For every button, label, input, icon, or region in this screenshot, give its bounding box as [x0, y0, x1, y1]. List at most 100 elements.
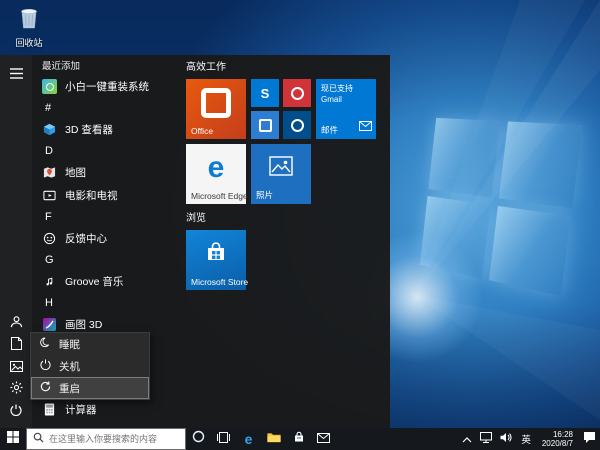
tile-label: 照片: [256, 189, 273, 201]
power-option-label: 重启: [59, 381, 80, 396]
app-item-xiaobai[interactable]: 小白一键重装系统: [42, 75, 170, 98]
tray-show-hidden-button[interactable]: [458, 428, 476, 450]
chevron-up-icon: [462, 430, 472, 448]
blue-app-icon: [259, 119, 272, 132]
letter-header-hash[interactable]: #: [42, 98, 170, 118]
tile-microsoft-store[interactable]: Microsoft Store: [186, 230, 246, 290]
menu-expand-button[interactable]: [0, 65, 32, 85]
app-item-label: 电影和电视: [65, 188, 118, 203]
mail-icon: [317, 430, 330, 448]
tile-label: 邮件: [321, 124, 338, 136]
small-tile-darkblue[interactable]: [283, 111, 311, 139]
app-item-label: Groove 音乐: [65, 274, 123, 289]
folder-icon: [267, 430, 281, 448]
power-flyout: 睡眠 关机 重启: [30, 332, 150, 400]
red-app-icon: [291, 87, 304, 100]
file-explorer-button[interactable]: [261, 428, 286, 450]
tile-group-productivity: 高效工作: [186, 61, 390, 75]
taskbar-store-button[interactable]: [286, 428, 311, 450]
power-option-sleep[interactable]: 睡眠: [31, 333, 149, 355]
recycle-bin[interactable]: 回收站: [6, 6, 52, 49]
start-button[interactable]: [0, 428, 26, 450]
store-bag-icon: [293, 430, 305, 448]
shutdown-power-icon: [40, 359, 51, 373]
taskbar: e: [0, 428, 600, 450]
app-item-3d-viewer[interactable]: 3D 查看器: [42, 118, 170, 141]
cortana-icon: [192, 430, 205, 448]
app-item-feedback-hub[interactable]: 反馈中心: [42, 227, 170, 250]
app-item-label: 计算器: [65, 402, 97, 417]
cortana-button[interactable]: [186, 428, 211, 450]
app-item-movies-tv[interactable]: 电影和电视: [42, 184, 170, 207]
xiaobai-app-icon: [42, 79, 57, 94]
tray-date: 2020/8/7: [542, 439, 573, 448]
letter-header-h[interactable]: H: [42, 293, 170, 313]
tray-network-button[interactable]: [476, 428, 496, 450]
letter-label: F: [45, 211, 52, 223]
tile-edge[interactable]: e Microsoft Edge: [186, 144, 246, 204]
groove-music-icon: [42, 274, 57, 289]
paint-3d-icon: [42, 317, 57, 332]
edge-icon: e: [245, 432, 253, 446]
calculator-icon: [42, 402, 57, 417]
tile-group-explore: 浏览: [186, 212, 390, 226]
skype-icon: S: [261, 86, 270, 101]
app-item-label: 地图: [65, 165, 86, 180]
taskbar-search-box[interactable]: [26, 428, 186, 450]
tray-ime-indicator[interactable]: 英: [516, 432, 536, 446]
start-menu-rail: [0, 55, 32, 428]
letter-header-f[interactable]: F: [42, 207, 170, 227]
power-option-shutdown[interactable]: 关机: [31, 355, 149, 377]
settings-button[interactable]: [0, 380, 32, 400]
letter-header-g[interactable]: G: [42, 250, 170, 270]
tile-office[interactable]: Office: [186, 79, 246, 139]
tile-label: Office: [191, 126, 213, 136]
system-tray: 英 16:28 2020/8/7: [458, 428, 600, 450]
app-item-groove-music[interactable]: Groove 音乐: [42, 270, 170, 293]
tile-photos[interactable]: 照片: [251, 144, 311, 204]
tile-label: Microsoft Store: [191, 277, 248, 287]
recycle-bin-label: 回收站: [6, 36, 52, 49]
sleep-moon-icon: [40, 337, 51, 351]
monitor-network-icon: [480, 430, 492, 448]
app-item-calculator[interactable]: 计算器: [42, 398, 170, 421]
logo-pane: [428, 118, 500, 197]
taskbar-edge-button[interactable]: e: [236, 428, 261, 450]
app-item-label: 反馈中心: [65, 231, 107, 246]
power-option-restart[interactable]: 重启: [31, 377, 149, 399]
small-tile-grid: S: [251, 79, 311, 139]
power-icon: [10, 403, 22, 421]
photos-icon: [269, 156, 293, 181]
task-view-icon: [217, 430, 230, 448]
documents-button[interactable]: [0, 336, 32, 356]
3d-viewer-icon: [42, 122, 57, 137]
logo-pane: [489, 205, 572, 296]
pictures-button[interactable]: [0, 358, 32, 378]
letter-label: G: [45, 254, 54, 266]
restart-icon: [40, 381, 51, 395]
user-account-button[interactable]: [0, 314, 32, 334]
tile-mail[interactable]: 现已支持 Gmail 邮件: [316, 79, 376, 139]
letter-label: H: [45, 297, 53, 309]
taskbar-mail-button[interactable]: [311, 428, 336, 450]
tray-volume-button[interactable]: [496, 428, 516, 450]
logo-pane: [498, 121, 582, 207]
small-tile-red[interactable]: [283, 79, 311, 107]
darkblue-app-icon: [291, 119, 304, 132]
app-item-label: 小白一键重装系统: [65, 79, 149, 94]
letter-header-d[interactable]: D: [42, 141, 170, 161]
search-input[interactable]: [49, 434, 179, 444]
store-bag-icon: [205, 241, 227, 268]
app-item-maps[interactable]: 地图: [42, 161, 170, 184]
hamburger-icon: [10, 66, 23, 84]
pictures-icon: [10, 359, 23, 377]
notification-center-button[interactable]: [579, 428, 600, 450]
small-tile-blue[interactable]: [251, 111, 279, 139]
gear-icon: [10, 381, 23, 399]
tray-clock[interactable]: 16:28 2020/8/7: [536, 430, 579, 448]
task-view-button[interactable]: [211, 428, 236, 450]
feedback-hub-icon: [42, 231, 57, 246]
tile-skype[interactable]: S: [251, 79, 279, 107]
document-icon: [11, 337, 22, 355]
power-button[interactable]: [0, 402, 32, 422]
